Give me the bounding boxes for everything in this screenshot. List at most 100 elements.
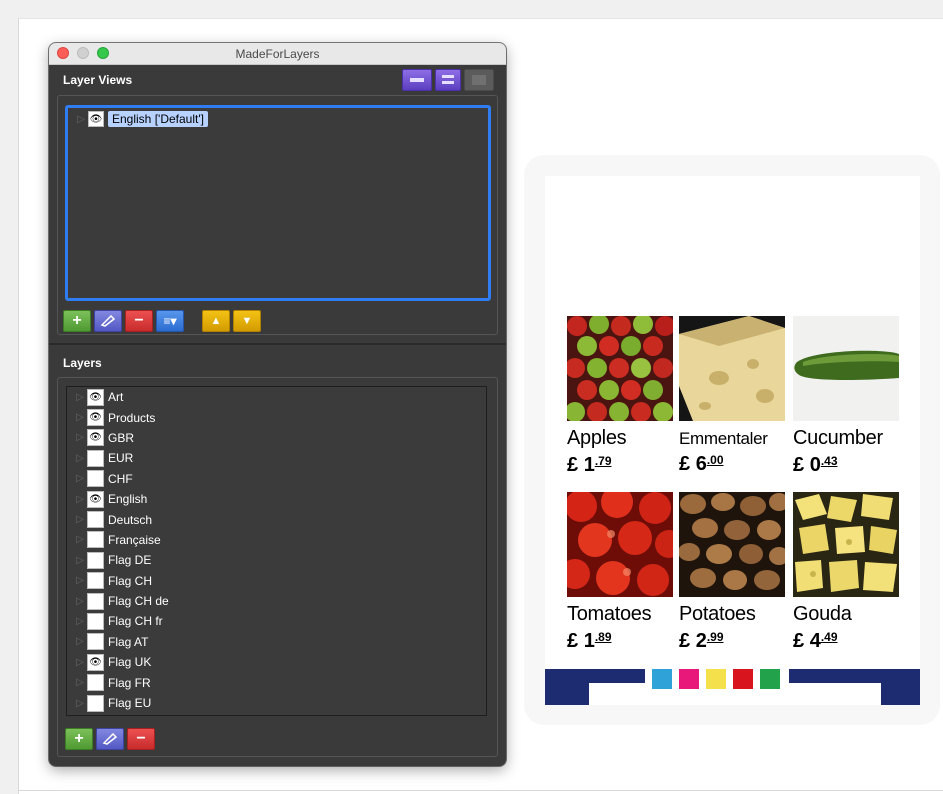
list-item[interactable]: ▷ Flag CH de	[67, 591, 486, 611]
eye-icon[interactable]: 👁	[87, 429, 104, 447]
disclosure-triangle-icon[interactable]: ▷	[73, 412, 87, 423]
product-name: Gouda	[793, 603, 852, 625]
eye-icon[interactable]: 👁	[87, 490, 104, 508]
disclosure-triangle-icon[interactable]: ▷	[73, 534, 87, 545]
list-item[interactable]: ▷ Flag FR	[67, 672, 486, 692]
disclosure-triangle-icon[interactable]: ▷	[73, 392, 87, 403]
eye-icon[interactable]: 👁	[87, 409, 104, 427]
edit-view-button[interactable]	[94, 310, 122, 332]
price-pence: .99	[706, 630, 724, 644]
list-item[interactable]: ▷ CHF	[67, 469, 486, 489]
layer-label[interactable]: Flag DE	[108, 553, 151, 567]
disclosure-triangle-icon[interactable]: ▷	[73, 453, 87, 464]
layer-label[interactable]: Flag CH de	[108, 594, 169, 608]
list-item[interactable]: ▷ Flag CH fr	[67, 611, 486, 631]
product-emmentaler: Emmentaler £ 6.00	[679, 316, 785, 476]
disclosure-triangle-icon[interactable]: ▷	[73, 555, 87, 566]
list-item[interactable]: ▷ 👁 English ['Default']	[68, 109, 488, 129]
list-item[interactable]: ▷ Flag CH	[67, 571, 486, 591]
layer-label[interactable]: Art	[108, 390, 123, 404]
expand-view-button[interactable]	[435, 69, 461, 91]
view-options-menu-button[interactable]: ≡▾	[156, 310, 184, 332]
disclosure-triangle-icon[interactable]: ▷	[73, 432, 87, 443]
list-item[interactable]: ▷ 👁 GBR	[67, 428, 486, 448]
product-price: £ 1.79	[567, 454, 673, 477]
full-view-button[interactable]	[464, 69, 494, 91]
layer-label[interactable]: GBR	[108, 431, 134, 445]
list-item[interactable]: ▷ EUR	[67, 448, 486, 468]
visibility-toggle[interactable]	[87, 531, 104, 549]
list-item[interactable]: ▷ 👁 Flag UK	[67, 652, 486, 672]
layer-view-label[interactable]: English ['Default']	[108, 111, 208, 127]
visibility-toggle[interactable]	[87, 511, 104, 529]
layers-list[interactable]: ▷ 👁 Art ▷ 👁 Products ▷ 👁 GBR ▷ EUR ▷ CHF ▷ 👁 Engli…	[66, 386, 487, 716]
disclosure-triangle-icon[interactable]: ▷	[73, 636, 87, 647]
currency-symbol: £	[679, 453, 691, 475]
move-down-button[interactable]: ▼	[233, 310, 261, 332]
title-bar[interactable]: MadeForLayers	[49, 43, 506, 65]
disclosure-triangle-icon[interactable]: ▷	[73, 616, 87, 627]
move-up-button[interactable]: ▲	[202, 310, 230, 332]
list-item[interactable]: ▷ Flag AT	[67, 632, 486, 652]
layer-label[interactable]: Flag AT	[108, 635, 148, 649]
layer-label[interactable]: Flag CH	[108, 574, 152, 588]
layer-label[interactable]: Products	[108, 411, 155, 425]
eye-icon[interactable]: 👁	[87, 388, 104, 406]
layer-label[interactable]: Flag EU	[108, 696, 151, 710]
visibility-toggle[interactable]	[87, 694, 104, 712]
eye-icon[interactable]: 👁	[87, 653, 104, 671]
disclosure-triangle-icon[interactable]: ▷	[73, 698, 87, 709]
product-gouda: Gouda £ 4.49	[793, 492, 899, 653]
layer-label[interactable]: Flag FR	[108, 676, 151, 690]
price-pounds: 1	[583, 454, 595, 476]
layer-label[interactable]: CHF	[108, 472, 133, 486]
disclosure-triangle-icon[interactable]: ▷	[73, 657, 87, 668]
list-item[interactable]: ▷ Flag DE	[67, 550, 486, 570]
price-pounds: 4	[809, 630, 821, 652]
edit-layer-button[interactable]	[96, 728, 124, 750]
list-item[interactable]: ▷ Deutsch	[67, 509, 486, 529]
price-pence: .79	[594, 454, 612, 468]
disclosure-triangle-icon[interactable]: ▷	[73, 514, 87, 525]
visibility-toggle[interactable]	[87, 633, 104, 651]
expand-icon-top	[442, 75, 454, 78]
list-item[interactable]: ▷ 👁 Products	[67, 407, 486, 427]
remove-layer-button[interactable]: −	[127, 728, 155, 750]
list-item[interactable]: ▷ 👁 Art	[67, 387, 486, 407]
disclosure-triangle-icon[interactable]: ▷	[73, 494, 87, 505]
currency-symbol: £	[793, 454, 805, 476]
layer-label[interactable]: Française	[108, 533, 161, 547]
add-layer-button[interactable]: +	[65, 728, 93, 750]
visibility-toggle[interactable]	[87, 612, 104, 630]
layer-label[interactable]: EUR	[108, 451, 133, 465]
layer-label[interactable]: Flag UK	[108, 655, 151, 669]
add-icon: +	[72, 312, 82, 329]
visibility-toggle[interactable]	[87, 674, 104, 692]
eye-icon[interactable]: 👁	[88, 111, 104, 127]
collapse-icon	[410, 78, 424, 82]
list-item[interactable]: ▷ Flag EU	[67, 693, 486, 713]
layer-label[interactable]: English	[108, 492, 147, 506]
visibility-toggle[interactable]	[87, 449, 104, 467]
visibility-toggle[interactable]	[87, 551, 104, 569]
list-item[interactable]: ▷ 👁 English	[67, 489, 486, 509]
layer-label[interactable]: Deutsch	[108, 513, 152, 527]
list-item[interactable]: ▷ Française	[67, 530, 486, 550]
remove-view-button[interactable]: −	[125, 310, 153, 332]
add-view-button[interactable]: +	[63, 310, 91, 332]
disclosure-triangle-icon[interactable]: ▷	[73, 473, 87, 484]
disclosure-triangle-icon[interactable]: ▷	[74, 114, 88, 125]
move-up-icon: ▲	[210, 315, 222, 327]
visibility-toggle[interactable]	[87, 572, 104, 590]
visibility-toggle[interactable]	[87, 470, 104, 488]
layer-views-list[interactable]: ▷ 👁 English ['Default']	[65, 105, 491, 301]
remove-icon: −	[136, 730, 146, 747]
disclosure-triangle-icon[interactable]: ▷	[73, 575, 87, 586]
disclosure-triangle-icon[interactable]: ▷	[73, 596, 87, 607]
layer-label[interactable]: Flag CH fr	[108, 614, 163, 628]
section-divider	[49, 343, 506, 345]
visibility-toggle[interactable]	[87, 592, 104, 610]
disclosure-triangle-icon[interactable]: ▷	[73, 677, 87, 688]
magenta-swatch	[679, 669, 699, 689]
collapse-view-button[interactable]	[402, 69, 432, 91]
